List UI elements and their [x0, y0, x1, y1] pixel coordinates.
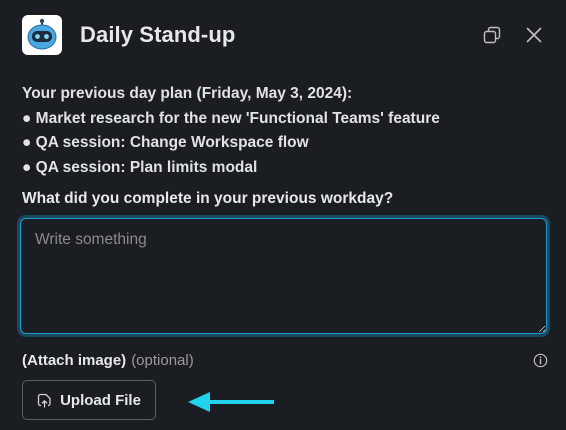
close-icon[interactable]	[522, 23, 546, 47]
attach-row: (Attach image) (optional)	[22, 349, 548, 371]
attach-image-label: (Attach image)	[22, 351, 127, 369]
modal-header: Daily Stand-up	[22, 15, 546, 55]
info-icon[interactable]	[532, 352, 548, 368]
plan-heading: Your previous day plan (Friday, May 3, 2…	[22, 85, 353, 102]
standup-modal: Daily Stand-up Your previous day plan (F…	[0, 0, 566, 430]
upload-icon	[37, 392, 53, 408]
answer-field-wrap	[20, 218, 547, 334]
answer-textarea[interactable]	[20, 218, 547, 334]
upload-file-label: Upload File	[60, 391, 141, 409]
robot-app-icon	[22, 15, 62, 55]
modal-title: Daily Stand-up	[80, 22, 236, 47]
plan-item: ● QA session: Plan limits modal	[22, 158, 258, 176]
modal-body: Your previous day plan (Friday, May 3, 2…	[22, 82, 548, 210]
upload-file-button[interactable]: Upload File	[22, 380, 156, 420]
optional-hint: (optional)	[131, 351, 194, 369]
annotation-arrow	[188, 392, 274, 412]
question-label: What did you complete in your previous w…	[22, 190, 394, 207]
pop-out-icon[interactable]	[480, 23, 504, 47]
plan-item: ● QA session: Change Workspace flow	[22, 134, 309, 151]
header-actions	[480, 23, 546, 47]
plan-item: ● Market research for the new 'Functiona…	[22, 109, 440, 127]
